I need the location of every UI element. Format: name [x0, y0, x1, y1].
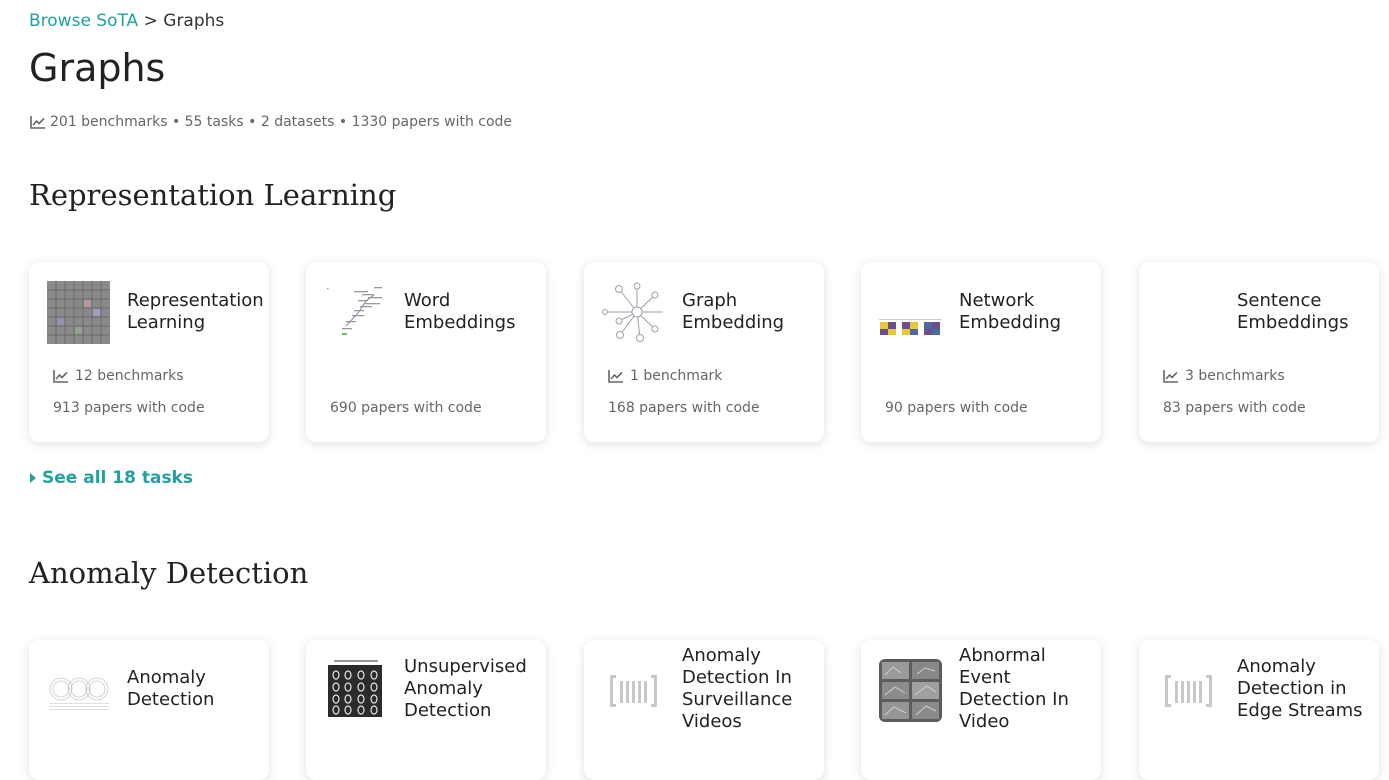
task-name[interactable]: Abnormal Event Detection In Video [959, 645, 1097, 733]
task-name[interactable]: Word Embeddings [404, 290, 542, 334]
benchmarks-text: 1 benchmark [630, 368, 723, 384]
task-thumbnail [879, 319, 942, 335]
breadcrumb: Browse SoTA > Graphs [29, 11, 224, 31]
papers-count: 83 papers with code [1163, 400, 1306, 416]
section-title-representation-learning: Representation Learning [29, 178, 397, 212]
see-all-label: See all 18 tasks [42, 468, 193, 488]
task-card-graph-embedding[interactable]: Graph Embedding 1 benchmark 168 papers w… [584, 262, 824, 442]
task-thumbnail [327, 287, 382, 335]
benchmarks-text: 3 benchmarks [1185, 368, 1285, 384]
task-name[interactable]: Anomaly Detection in Edge Streams [1237, 656, 1375, 722]
task-thumbnail [328, 660, 382, 717]
chart-line-icon [608, 370, 623, 383]
papers-count: 90 papers with code [885, 400, 1028, 416]
task-card-word-embeddings[interactable]: Word Embeddings 690 papers with code [306, 262, 546, 442]
task-card-abnormal-event-detection-video[interactable]: Abnormal Event Detection In Video [861, 640, 1101, 780]
breadcrumb-separator: > [143, 11, 158, 31]
task-card-network-embedding[interactable]: Network Embedding 90 papers with code [861, 262, 1101, 442]
caret-right-icon [30, 473, 36, 483]
task-thumbnail [602, 282, 663, 342]
page-stats: 201 benchmarks • 55 tasks • 2 datasets •… [30, 114, 512, 130]
task-card-anomaly-detection-surveillance-videos[interactable]: Anomaly Detection In Surveillance Videos [584, 640, 824, 780]
task-card-unsupervised-anomaly-detection[interactable]: Unsupervised Anomaly Detection [306, 640, 546, 780]
benchmarks-count: 1 benchmark [608, 368, 722, 384]
papers-count: 168 papers with code [608, 400, 760, 416]
chart-line-icon [1163, 370, 1178, 383]
papers-count: 913 papers with code [53, 400, 205, 416]
placeholder-bars-icon [1165, 675, 1212, 707]
page-title: Graphs [29, 46, 166, 90]
benchmarks-text: 12 benchmarks [75, 368, 184, 384]
section-title-anomaly-detection: Anomaly Detection [29, 556, 309, 590]
benchmarks-count: 3 benchmarks [1163, 368, 1285, 384]
chart-line-icon [53, 370, 68, 383]
task-name[interactable]: Anomaly Detection In Surveillance Videos [682, 645, 820, 733]
task-name[interactable]: Network Embedding [959, 290, 1097, 334]
breadcrumb-browse-sota-link[interactable]: Browse SoTA [29, 11, 138, 31]
task-card-representation-learning[interactable]: Representation Learning 12 benchmarks 91… [29, 262, 269, 442]
papers-count: 690 papers with code [330, 400, 482, 416]
chart-line-icon [30, 116, 45, 129]
task-name[interactable]: Anomaly Detection [127, 667, 265, 711]
task-thumbnail [879, 659, 942, 722]
task-name[interactable]: Representation Learning [127, 290, 265, 334]
task-name[interactable]: Unsupervised Anomaly Detection [404, 656, 542, 722]
see-all-tasks-link[interactable]: See all 18 tasks [30, 468, 193, 488]
placeholder-bars-icon [610, 675, 657, 707]
stats-text: 201 benchmarks • 55 tasks • 2 datasets •… [50, 114, 513, 130]
task-thumbnail [49, 677, 109, 710]
breadcrumb-current: Graphs [163, 11, 225, 31]
task-thumbnail [47, 281, 110, 344]
task-card-anomaly-detection-edge-streams[interactable]: Anomaly Detection in Edge Streams [1139, 640, 1379, 780]
task-name[interactable]: Graph Embedding [682, 290, 820, 334]
task-card-anomaly-detection[interactable]: Anomaly Detection [29, 640, 269, 780]
benchmarks-count: 12 benchmarks [53, 368, 184, 384]
task-name[interactable]: Sentence Embeddings [1237, 290, 1375, 334]
task-card-sentence-embeddings[interactable]: Sentence Embeddings 3 benchmarks 83 pape… [1139, 262, 1379, 442]
